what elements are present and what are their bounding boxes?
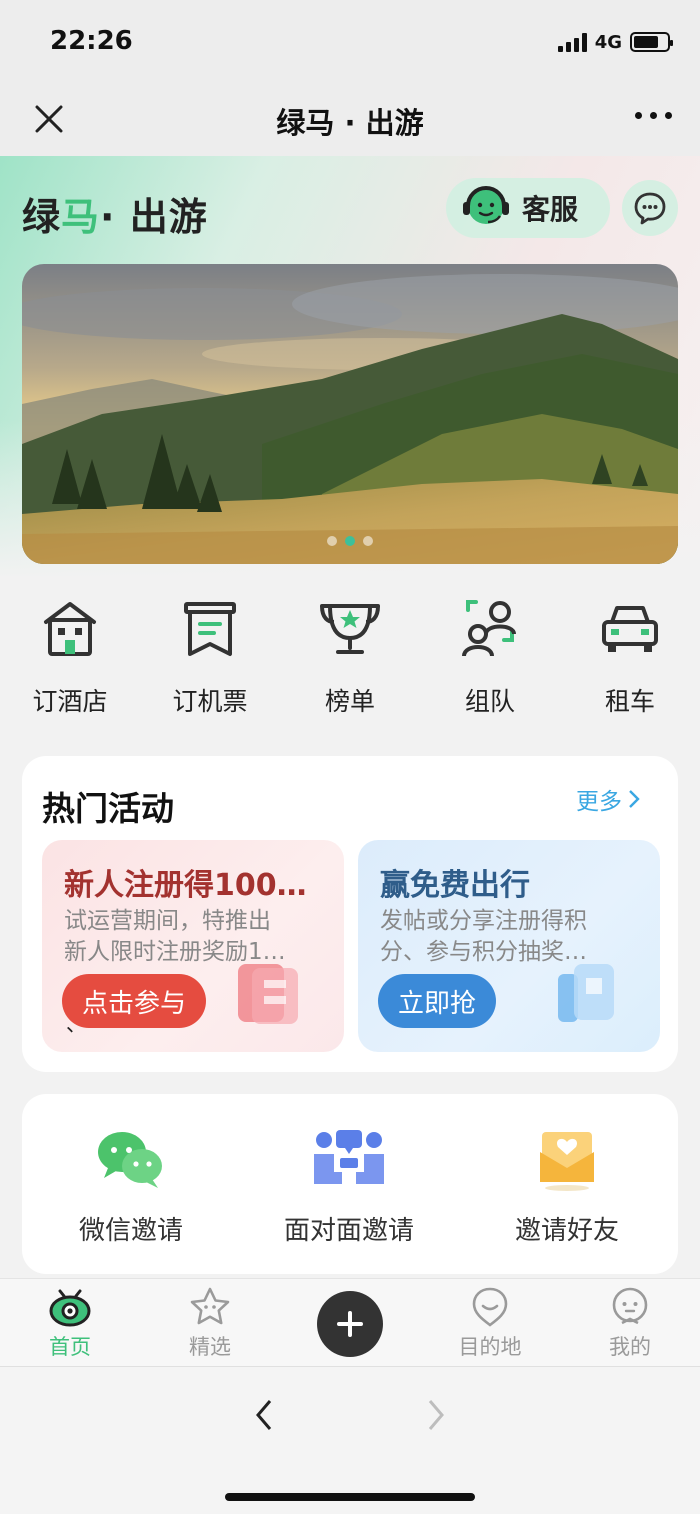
shortcut-team[interactable]: 组队 [420,596,560,718]
section-title: 热门活动 [42,789,174,828]
banner-carousel[interactable] [22,264,678,564]
promo-card-free-travel[interactable]: 赢免费出行 发帖或分享注册得积 分、参与积分抽奖… 立即抢 [358,840,660,1052]
plus-icon [337,1311,363,1337]
carousel-dot[interactable] [363,536,373,546]
destination-face-icon [468,1285,512,1329]
back-button[interactable] [250,1395,280,1435]
banner-image [22,264,678,564]
chevron-right-icon [629,790,640,808]
chat-button[interactable] [622,180,678,236]
wechat-icon [94,1128,168,1192]
brand-logo: 绿马· 出游 [22,195,208,239]
bottom-tab-bar: 首页 精选 目的地 我的 [0,1278,700,1366]
car-icon [598,596,662,660]
face-to-face-icon [312,1128,386,1192]
ticket-icon [178,596,242,660]
add-button[interactable] [317,1291,383,1357]
status-bar: 22:26 4G [0,0,700,82]
trophy-icon [318,596,382,660]
invite-friends[interactable]: 邀请好友 [458,1128,676,1247]
customer-service-label: 客服 [522,193,579,226]
network-label: 4G [594,31,622,53]
forward-button[interactable] [420,1395,450,1435]
shortcut-grid: 订酒店 订机票 榜单 组队 租车 [0,596,700,726]
carousel-dots[interactable] [22,536,678,546]
prize-graphic-icon [550,958,630,1028]
hot-activities-card: 热门活动 更多 新人注册得100… 试运营期间，特推出 新人限时注册奖励1… 点… [22,756,678,1072]
grab-button[interactable]: 立即抢 [378,974,497,1028]
tab-profile[interactable]: 我的 [580,1285,680,1361]
invite-envelope-icon [530,1128,604,1192]
carousel-dot[interactable] [345,536,355,546]
tab-destination[interactable]: 目的地 [440,1285,540,1361]
shortcut-flight[interactable]: 订机票 [140,596,280,718]
page-title: 绿马 · 出游 [276,106,424,140]
battery-icon [630,32,673,52]
home-eye-icon [48,1285,92,1329]
profile-face-icon [608,1285,652,1329]
star-icon [188,1285,232,1329]
browser-nav-bar [0,1366,700,1514]
team-icon [458,596,522,660]
mini-program-nav-bar: 绿马 · 出游 [0,82,700,156]
chevron-left-icon [256,1400,272,1430]
ticket-graphic-icon [234,958,314,1028]
carousel-dot[interactable] [327,536,337,546]
chevron-right-icon [428,1400,444,1430]
customer-service-button[interactable]: 客服 [446,178,610,238]
more-link[interactable]: 更多 [576,782,640,816]
headset-agent-icon [460,184,512,232]
status-indicators: 4G [557,30,673,54]
invite-card: 微信邀请 面对面邀请 邀请好友 [22,1094,678,1274]
tab-home[interactable]: 首页 [20,1285,120,1361]
home-indicator[interactable] [225,1493,475,1501]
status-time: 22:26 [50,26,133,56]
more-icon[interactable] [635,112,672,119]
promo-card-newuser[interactable]: 新人注册得100… 试运营期间，特推出 新人限时注册奖励1… 点击参与 、 [42,840,344,1052]
shortcut-hotel[interactable]: 订酒店 [0,596,140,718]
signal-icon [557,32,587,52]
shortcut-car-rental[interactable]: 租车 [560,596,700,718]
invite-face-to-face[interactable]: 面对面邀请 [240,1128,458,1247]
tab-featured[interactable]: 精选 [160,1285,260,1361]
invite-wechat[interactable]: 微信邀请 [22,1128,240,1247]
chat-bubble-icon [634,192,666,225]
battery-level [634,36,658,48]
hotel-icon [38,596,102,660]
shortcut-ranking[interactable]: 榜单 [280,596,420,718]
